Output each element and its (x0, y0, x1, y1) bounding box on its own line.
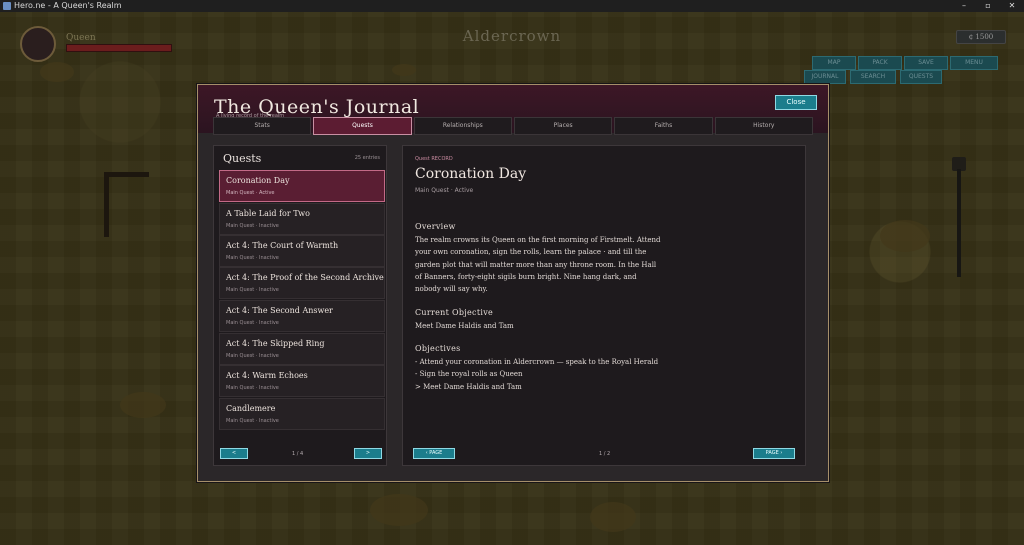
quest-item-name: Candlemere (226, 404, 276, 413)
quest-item-status: Main Quest · Active (226, 190, 275, 196)
overview-line: The realm crowns its Queen on the first … (415, 236, 661, 244)
tab-stats[interactable]: Stats (213, 117, 312, 135)
gold-counter: ¢ 1500 (956, 30, 1006, 44)
pack-button[interactable]: PACK (858, 56, 902, 70)
quest-detail-panel: Quest RECORD Coronation Day Main Quest ·… (402, 145, 806, 466)
close-window-button[interactable]: ✕ (1000, 0, 1024, 12)
player-avatar[interactable] (20, 26, 56, 62)
quest-item-name: Coronation Day (226, 176, 290, 185)
quest-item-warm-echoes[interactable]: Act 4: Warm Echoes Main Quest · Inactive (219, 365, 385, 397)
quest-type-status: Main Quest · Active (415, 187, 474, 194)
journal-tabs: Stats Quests Relationships Places Faiths… (213, 117, 813, 135)
location-name: Aldercrown (462, 27, 562, 45)
tab-relationships[interactable]: Relationships (413, 117, 512, 135)
quest-item-status: Main Quest · Inactive (226, 320, 279, 326)
objective-item: - Sign the royal rolls as Queen (415, 370, 523, 379)
detail-prev-page-button[interactable]: ‹ PAGE (413, 448, 455, 459)
detail-next-page-button[interactable]: PAGE › (753, 448, 795, 459)
detail-page: 1 / 2 (599, 451, 611, 457)
quest-item-name: Act 4: Warm Echoes (226, 371, 308, 380)
quest-item-court-of-warmth[interactable]: Act 4: The Court of Warmth Main Quest · … (219, 235, 385, 267)
quest-item-second-answer[interactable]: Act 4: The Second Answer Main Quest · In… (219, 300, 385, 332)
quest-count: 25 entries (354, 155, 380, 161)
quest-item-candlemere[interactable]: Candlemere Main Quest · Inactive (219, 398, 385, 430)
quest-list-title: Quests (223, 152, 262, 165)
quest-item-table-laid-for-two[interactable]: A Table Laid for Two Main Quest · Inacti… (219, 203, 385, 235)
quest-record-label: Quest RECORD (415, 156, 453, 162)
overview-line: your own coronation, sign the rolls, lea… (415, 248, 647, 257)
health-bar (66, 44, 172, 52)
tab-places[interactable]: Places (513, 117, 613, 135)
overview-line: of Banners, forty-eight sigils burn brig… (415, 272, 637, 281)
quest-item-name: A Table Laid for Two (226, 209, 310, 218)
overview-line: garden plot that will matter more than a… (415, 260, 657, 269)
objectives-list: - Attend your coronation in Aldercrown —… (415, 356, 715, 393)
quest-item-status: Main Quest · Inactive (226, 418, 279, 424)
journal-button[interactable]: JOURNAL (804, 70, 846, 84)
player-name: Queen (66, 33, 96, 43)
quest-item-skipped-ring[interactable]: Act 4: The Skipped Ring Main Quest · Ina… (219, 333, 385, 365)
window-title: Hero.ne - A Queen's Realm (14, 1, 122, 10)
objective-item: - Attend your coronation in Aldercrown —… (415, 358, 659, 366)
quest-item-name: Act 4: The Second Answer (226, 306, 333, 315)
quest-list-page: 1 / 4 (292, 451, 304, 457)
quest-item-status: Main Quest · Inactive (226, 287, 279, 293)
quest-item-proof-of-second-archive[interactable]: Act 4: The Proof of the Second Archive M… (219, 267, 385, 299)
tab-history[interactable]: History (714, 117, 813, 135)
quest-item-status: Main Quest · Inactive (226, 353, 279, 359)
objectives-heading: Objectives (415, 344, 461, 353)
quest-item-name: Act 4: The Court of Warmth (226, 241, 339, 250)
overview-text: The realm crowns its Queen on the first … (415, 234, 671, 295)
window-titlebar: Hero.ne - A Queen's Realm – ▫ ✕ (0, 0, 1024, 12)
quest-title: Coronation Day (415, 166, 527, 182)
quest-list-prev-button[interactable]: < (220, 448, 248, 459)
journal-dialog: The Queen's Journal A living record of t… (197, 84, 829, 482)
quest-item-coronation-day[interactable]: Coronation Day Main Quest · Active (219, 170, 385, 202)
overview-heading: Overview (415, 222, 456, 231)
menu-button[interactable]: MENU (950, 56, 998, 70)
tab-faiths[interactable]: Faiths (614, 117, 713, 135)
quest-item-status: Main Quest · Inactive (226, 223, 279, 229)
search-button[interactable]: SEARCH (850, 70, 896, 84)
quest-item-status: Main Quest · Inactive (226, 385, 279, 391)
close-button[interactable]: Close (775, 95, 817, 110)
minimize-button[interactable]: – (952, 0, 976, 12)
quest-list-next-button[interactable]: > (354, 448, 382, 459)
app-icon (3, 2, 11, 10)
tab-quests[interactable]: Quests (313, 117, 412, 135)
map-button[interactable]: MAP (812, 56, 856, 70)
quests-button[interactable]: QUESTS (900, 70, 942, 84)
quest-item-name: Act 4: The Proof of the Second Archive (226, 273, 384, 282)
quest-list-panel: Quests 25 entries Coronation Day Main Qu… (213, 145, 387, 466)
current-objective-heading: Current Objective (415, 308, 494, 317)
maximize-button[interactable]: ▫ (976, 0, 1000, 12)
quest-item-name: Act 4: The Skipped Ring (226, 339, 325, 348)
overview-line: nobody will say why. (415, 285, 488, 294)
current-objective-text: Meet Dame Haldis and Tam (415, 322, 514, 330)
save-button[interactable]: SAVE (904, 56, 948, 70)
objective-item: > Meet Dame Haldis and Tam (415, 382, 522, 391)
quest-item-status: Main Quest · Inactive (226, 255, 279, 261)
